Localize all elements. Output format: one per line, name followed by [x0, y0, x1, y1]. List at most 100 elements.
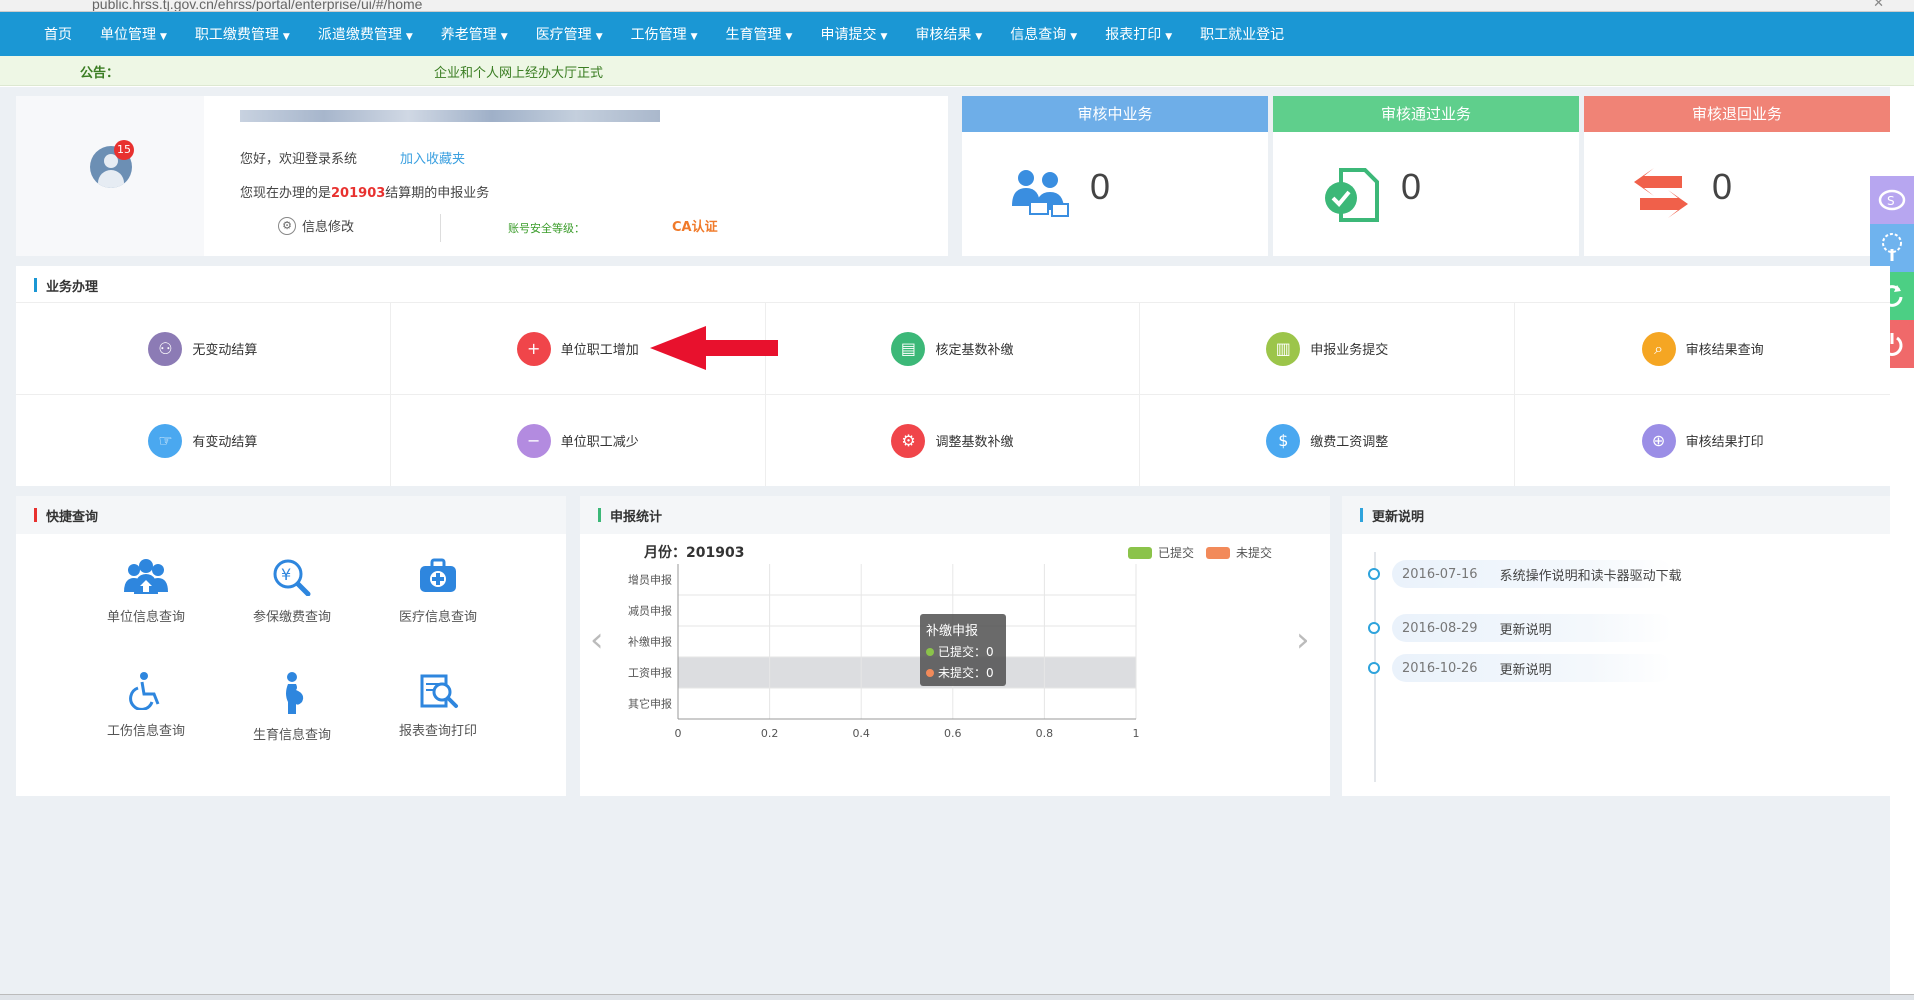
- security-level-label: 账号安全等级：: [508, 222, 585, 235]
- stats-panel: 申报统计 月份：201903 已提交 未提交 ‹ › 0 0.2 0.4 0.6 0.8…: [580, 496, 1330, 796]
- tree-icon[interactable]: [1870, 224, 1914, 272]
- business-item-label: 核定基数补缴: [935, 343, 1014, 358]
- nav-item-7[interactable]: 生育管理 ▼: [712, 24, 807, 44]
- business-item-icon: ⊕: [1641, 423, 1676, 458]
- status-card-title: 审核通过业务: [1273, 96, 1579, 132]
- update-date: 2016-10-26: [1402, 660, 1478, 676]
- quick-item-label: 医疗信息查询: [398, 610, 477, 625]
- quick-query-panel: 快捷查询 单位信息查询 ¥ 参保缴费查询 医疗信息查询 工伤信息查询 生育信息查…: [16, 496, 566, 796]
- business-item-4[interactable]: ⌕ 审核结果查询: [1515, 302, 1890, 394]
- nav-item-9[interactable]: 审核结果 ▼: [901, 24, 996, 44]
- org-icon: [124, 559, 168, 594]
- update-item[interactable]: 2016-10-26 更新说明: [1368, 654, 1672, 682]
- business-item-label: 调整基数补缴: [935, 435, 1014, 450]
- chevron-down-icon: ▼: [595, 32, 603, 42]
- chevron-down-icon: ▼: [1070, 32, 1078, 42]
- quick-item-payment[interactable]: ¥ 参保缴费查询: [222, 558, 362, 625]
- add-favorite-link[interactable]: 加入收藏夹: [400, 148, 465, 167]
- chevron-down-icon: ▼: [690, 32, 698, 42]
- nav-item-12[interactable]: 职工就业登记: [1186, 24, 1298, 44]
- business-item-2[interactable]: ▤ 核定基数补缴: [765, 302, 1141, 394]
- quick-item-label: 单位信息查询: [106, 610, 185, 625]
- nav-item-label: 信息查询: [1010, 27, 1067, 43]
- browser-close-icon[interactable]: ✕: [1873, 0, 1884, 11]
- update-text: 更新说明: [1499, 662, 1552, 678]
- nav-item-8[interactable]: 申请提交 ▼: [806, 24, 901, 44]
- business-item-7[interactable]: ⚙ 调整基数补缴: [765, 394, 1141, 486]
- update-date: 2016-07-16: [1402, 566, 1478, 582]
- business-item-icon: ☞: [148, 423, 183, 458]
- people-icon: [1012, 170, 1069, 217]
- business-panel-title: 业务办理: [34, 276, 98, 295]
- nav-item-label: 职工就业登记: [1200, 27, 1285, 43]
- status-card-returned[interactable]: 审核退回业务 0: [1584, 96, 1890, 256]
- nav-item-0[interactable]: 首页: [30, 24, 86, 44]
- browser-address-strip: public.hrss.tj.gov.cn/ehrss/portal/enter…: [0, 0, 1914, 12]
- nav-item-2[interactable]: 职工缴费管理 ▼: [181, 24, 304, 44]
- business-item-9[interactable]: ⊕ 审核结果打印: [1515, 394, 1890, 486]
- business-item-6[interactable]: − 单位职工减少: [390, 394, 766, 486]
- nav-item-label: 工伤管理: [630, 27, 687, 43]
- y-category-label: 工资申报: [628, 666, 672, 680]
- svg-text:¥: ¥: [281, 565, 291, 584]
- business-item-icon: −: [516, 423, 551, 458]
- x-tick-label: 0: [675, 727, 682, 740]
- returned-count: 0: [1712, 166, 1733, 207]
- quick-item-org[interactable]: 单位信息查询: [76, 558, 216, 625]
- chevron-down-icon: ▼: [785, 32, 793, 42]
- business-item-3[interactable]: ▥ 申报业务提交: [1140, 302, 1516, 394]
- notice-text[interactable]: 企业和个人网上经办大厅正式: [434, 62, 610, 81]
- quick-item-medical[interactable]: 医疗信息查询: [368, 558, 508, 625]
- nav-item-11[interactable]: 报表打印 ▼: [1091, 24, 1186, 44]
- business-panel: 业务办理 ⚇ 无变动结算 + 单位职工增加 ▤ 核定基数补缴 ▥ 申报业务提交 ⌕ 审核结果查询 ☞…: [16, 266, 1890, 486]
- chevron-down-icon: ▼: [500, 32, 508, 42]
- update-item[interactable]: 2016-07-16 系统操作说明和读卡器驱动下载: [1368, 560, 1682, 588]
- browser-url[interactable]: public.hrss.tj.gov.cn/ehrss/portal/enter…: [92, 0, 422, 11]
- nav-item-label: 首页: [44, 27, 72, 43]
- quick-item-injury[interactable]: 工伤信息查询: [76, 672, 216, 739]
- quick-item-label: 参保缴费查询: [252, 610, 331, 625]
- nav-item-label: 审核结果: [915, 27, 972, 43]
- chevron-down-icon: ▼: [405, 32, 413, 42]
- business-item-label: 申报业务提交: [1310, 343, 1389, 358]
- yen-search-icon: ¥: [273, 559, 311, 597]
- updates-panel: 更新说明 2016-07-16 系统操作说明和读卡器驱动下载 2016-08-29…: [1342, 496, 1890, 796]
- panel-header: [580, 496, 1330, 534]
- info-edit-label: 信息修改: [302, 220, 355, 235]
- chevron-down-icon: ▼: [1165, 32, 1173, 42]
- taskbar-edge: [0, 994, 1914, 1000]
- svg-text:S: S: [1887, 194, 1895, 208]
- business-item-5[interactable]: ☞ 有变动结算: [16, 394, 391, 486]
- approved-doc-icon: [1325, 168, 1379, 222]
- x-tick-label: 0.6: [944, 727, 962, 740]
- quick-item-maternity[interactable]: 生育信息查询: [222, 672, 362, 743]
- status-card-title: 审核退回业务: [1584, 96, 1890, 132]
- update-item[interactable]: 2016-08-29 更新说明: [1368, 614, 1672, 642]
- nav-item-6[interactable]: 工伤管理 ▼: [617, 24, 712, 44]
- business-item-icon: ⌕: [1641, 331, 1676, 366]
- nav-item-label: 单位管理: [100, 27, 156, 43]
- nav-item-5[interactable]: 医疗管理 ▼: [522, 24, 617, 44]
- main-navbar: 首页 单位管理 ▼ 职工缴费管理 ▼ 派遣缴费管理 ▼ 养老管理 ▼ 医疗管理 ▼ 工伤管理 ▼ 生育管理…: [0, 12, 1914, 56]
- nav-item-1[interactable]: 单位管理 ▼: [86, 24, 181, 44]
- nav-item-label: 生育管理: [725, 27, 782, 43]
- status-card-reviewing[interactable]: 审核中业务 0: [962, 96, 1268, 256]
- nav-item-4[interactable]: 养老管理 ▼: [427, 24, 522, 44]
- nav-item-3[interactable]: 派遣缴费管理 ▼: [304, 24, 427, 44]
- quick-item-report[interactable]: 报表查询打印: [368, 672, 508, 739]
- status-card-approved[interactable]: 审核通过业务 0: [1273, 96, 1579, 256]
- quick-query-title: 快捷查询: [34, 506, 98, 525]
- medkit-icon: [420, 558, 456, 592]
- business-item-8[interactable]: $ 缴费工资调整: [1140, 394, 1516, 486]
- nav-item-label: 医疗管理: [535, 27, 592, 43]
- period-value: 201903: [331, 186, 386, 201]
- approved-count: 0: [1401, 166, 1422, 207]
- nav-item-10[interactable]: 信息查询 ▼: [996, 24, 1091, 44]
- ca-auth-link[interactable]: CA认证: [672, 216, 718, 235]
- message-count-badge[interactable]: 15: [114, 140, 134, 160]
- service-icon[interactable]: S: [1870, 176, 1914, 224]
- chevron-down-icon: ▼: [160, 32, 167, 42]
- business-item-0[interactable]: ⚇ 无变动结算: [16, 302, 391, 394]
- info-edit-button[interactable]: ⚙ 信息修改: [278, 216, 354, 235]
- business-item-label: 单位职工减少: [560, 435, 639, 450]
